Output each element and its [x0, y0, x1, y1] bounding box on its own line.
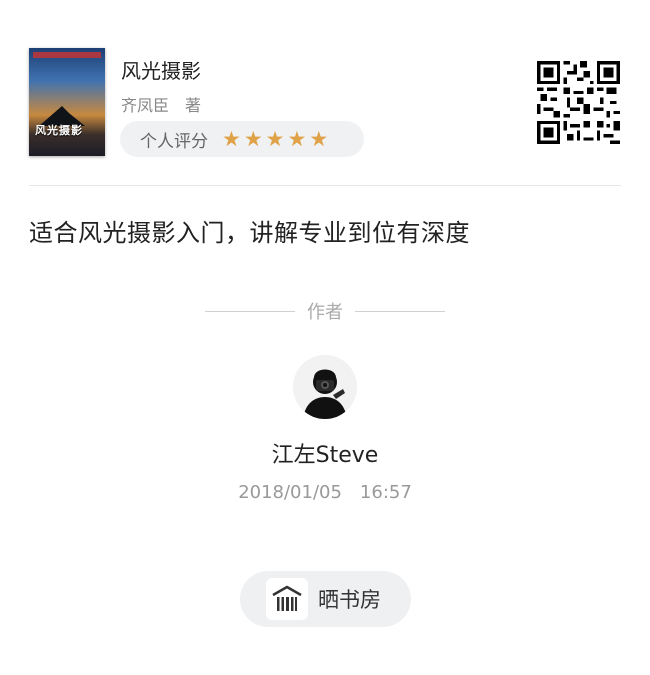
- book-title: 风光摄影: [121, 59, 201, 83]
- star-icon: ★: [265, 126, 285, 151]
- cover-title: 风光摄影: [35, 124, 83, 137]
- star-icon: ★: [287, 126, 307, 151]
- separator-line-left: [205, 310, 295, 312]
- book-cover[interactable]: 风光摄影: [29, 48, 105, 156]
- star-icon: ★: [243, 126, 263, 151]
- rating-badge: 个人评分 ★ ★ ★ ★ ★: [120, 121, 364, 157]
- review-text: 适合风光摄影入门，讲解专业到位有深度: [29, 219, 470, 247]
- share-bookshelf-label: 晒书房: [318, 588, 381, 612]
- author-separator: 作者: [205, 297, 445, 325]
- cover-banner: [33, 52, 101, 58]
- book-author: 齐凤臣 著: [121, 96, 202, 115]
- bookshelf-icon: [266, 578, 308, 620]
- rating-stars: ★ ★ ★ ★ ★: [222, 126, 329, 151]
- post-timestamp: 2018/01/05 16:57: [238, 482, 412, 503]
- photographer-avatar-icon: [293, 355, 357, 419]
- star-icon: ★: [309, 126, 329, 151]
- share-bookshelf-button[interactable]: 晒书房: [240, 571, 411, 627]
- qr-code-icon[interactable]: [537, 61, 620, 144]
- section-divider: [29, 185, 621, 186]
- avatar[interactable]: [293, 355, 357, 419]
- rating-label: 个人评分: [140, 131, 208, 152]
- author-username[interactable]: 江左Steve: [0, 437, 650, 469]
- separator-line-right: [355, 310, 445, 312]
- author-separator-label: 作者: [307, 302, 343, 323]
- star-icon: ★: [222, 126, 241, 151]
